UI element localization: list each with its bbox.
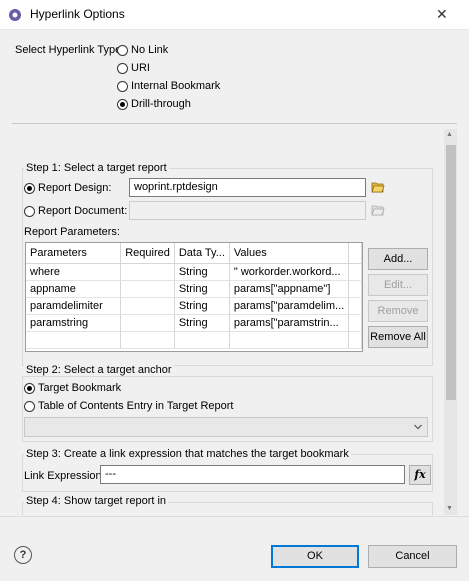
column-header	[348, 243, 362, 264]
radio-indicator[interactable]	[24, 182, 35, 194]
table-cell: params["paramstrin...	[229, 314, 350, 332]
radio-indicator[interactable]	[117, 80, 128, 92]
remove-parameter-button[interactable]: Remove	[368, 300, 428, 322]
table-cell: String	[174, 263, 230, 281]
help-icon[interactable]: ?	[14, 546, 32, 564]
table-cell: paramdelimiter	[26, 297, 122, 315]
table-cell	[348, 297, 362, 315]
step2-title: Step 2: Select a target anchor	[24, 364, 174, 376]
anchor-combo[interactable]	[24, 417, 428, 437]
radio-toc-entry[interactable]: Table of Contents Entry in Target Report	[24, 400, 233, 412]
table-cell: paramstring	[26, 314, 122, 332]
report-document-input[interactable]	[129, 201, 366, 220]
divider	[12, 123, 457, 124]
radio-internal-bookmark[interactable]: Internal Bookmark	[117, 80, 220, 92]
hyperlink-type-label: Select Hyperlink Type:	[15, 44, 125, 56]
radio-indicator[interactable]	[24, 382, 35, 394]
column-header[interactable]: Parameters	[26, 243, 122, 264]
table-cell: String	[174, 297, 230, 315]
table-cell	[120, 297, 175, 315]
scroll-up-icon[interactable]: ▲	[446, 131, 453, 138]
table-cell: params["appname"]	[229, 280, 350, 298]
table-cell: params["paramdelim...	[229, 297, 350, 315]
radio-no-link[interactable]: No Link	[117, 44, 168, 56]
table-cell: where	[26, 263, 122, 281]
table-row[interactable]: paramdelimiter String params["paramdelim…	[26, 297, 362, 315]
table-header-row: Parameters Required Data Ty... Values	[26, 243, 362, 264]
report-design-input[interactable]: woprint.rptdesign	[129, 178, 366, 197]
table-row[interactable]: where String " workorder.workord...	[26, 263, 362, 281]
table-cell: " workorder.workord...	[229, 263, 350, 281]
radio-report-document[interactable]: Report Document:	[24, 205, 127, 217]
table-cell	[348, 280, 362, 298]
footer-divider	[0, 516, 469, 517]
radio-indicator[interactable]	[117, 98, 128, 110]
cancel-button[interactable]: Cancel	[368, 545, 457, 568]
step3-title: Step 3: Create a link expression that ma…	[24, 448, 351, 460]
add-parameter-button[interactable]: Add...	[368, 248, 428, 270]
scrollbar-thumb[interactable]	[446, 145, 456, 400]
table-row[interactable]	[26, 331, 362, 349]
link-expression-label: Link Expression:	[24, 470, 105, 482]
app-icon	[9, 9, 21, 21]
parameters-table[interactable]: Parameters Required Data Ty... Values wh…	[25, 242, 363, 352]
radio-indicator[interactable]	[117, 62, 128, 74]
radio-drill-through[interactable]: Drill-through	[117, 98, 191, 110]
chevron-down-icon	[414, 424, 422, 430]
radio-indicator[interactable]	[24, 400, 35, 412]
table-cell: String	[174, 280, 230, 298]
radio-indicator[interactable]	[24, 205, 35, 217]
folder-open-icon[interactable]	[371, 180, 385, 194]
remove-all-button[interactable]: Remove All	[368, 326, 428, 348]
radio-report-design[interactable]: Report Design:	[24, 182, 111, 194]
table-row[interactable]: paramstring String params["paramstrin...	[26, 314, 362, 332]
expression-builder-button[interactable]: fx	[409, 465, 431, 485]
link-expression-input[interactable]: ---	[100, 465, 405, 484]
radio-uri[interactable]: URI	[117, 62, 150, 74]
column-header[interactable]: Required	[120, 243, 175, 264]
window-title: Hyperlink Options	[30, 7, 125, 21]
column-header[interactable]: Values	[229, 243, 350, 264]
close-icon[interactable]: ✕	[436, 6, 448, 23]
table-row[interactable]: appname String params["appname"]	[26, 280, 362, 298]
table-cell	[120, 280, 175, 298]
drill-through-panel: Step 1: Select a target report Report De…	[12, 129, 444, 515]
table-cell	[348, 263, 362, 281]
column-header[interactable]: Data Ty...	[174, 243, 230, 264]
step4-title: Step 4: Show target report in	[24, 495, 169, 507]
ok-button[interactable]: OK	[271, 545, 359, 568]
folder-open-icon[interactable]	[371, 203, 385, 217]
table-cell	[120, 314, 175, 332]
radio-target-bookmark[interactable]: Target Bookmark	[24, 382, 121, 394]
table-cell: appname	[26, 280, 122, 298]
edit-parameter-button[interactable]: Edit...	[368, 274, 428, 296]
table-cell	[120, 263, 175, 281]
table-cell	[348, 314, 362, 332]
scroll-down-icon[interactable]: ▼	[446, 505, 453, 512]
table-cell: String	[174, 314, 230, 332]
report-parameters-label: Report Parameters:	[24, 226, 120, 238]
step1-title: Step 1: Select a target report	[24, 162, 169, 174]
radio-indicator[interactable]	[117, 44, 128, 56]
